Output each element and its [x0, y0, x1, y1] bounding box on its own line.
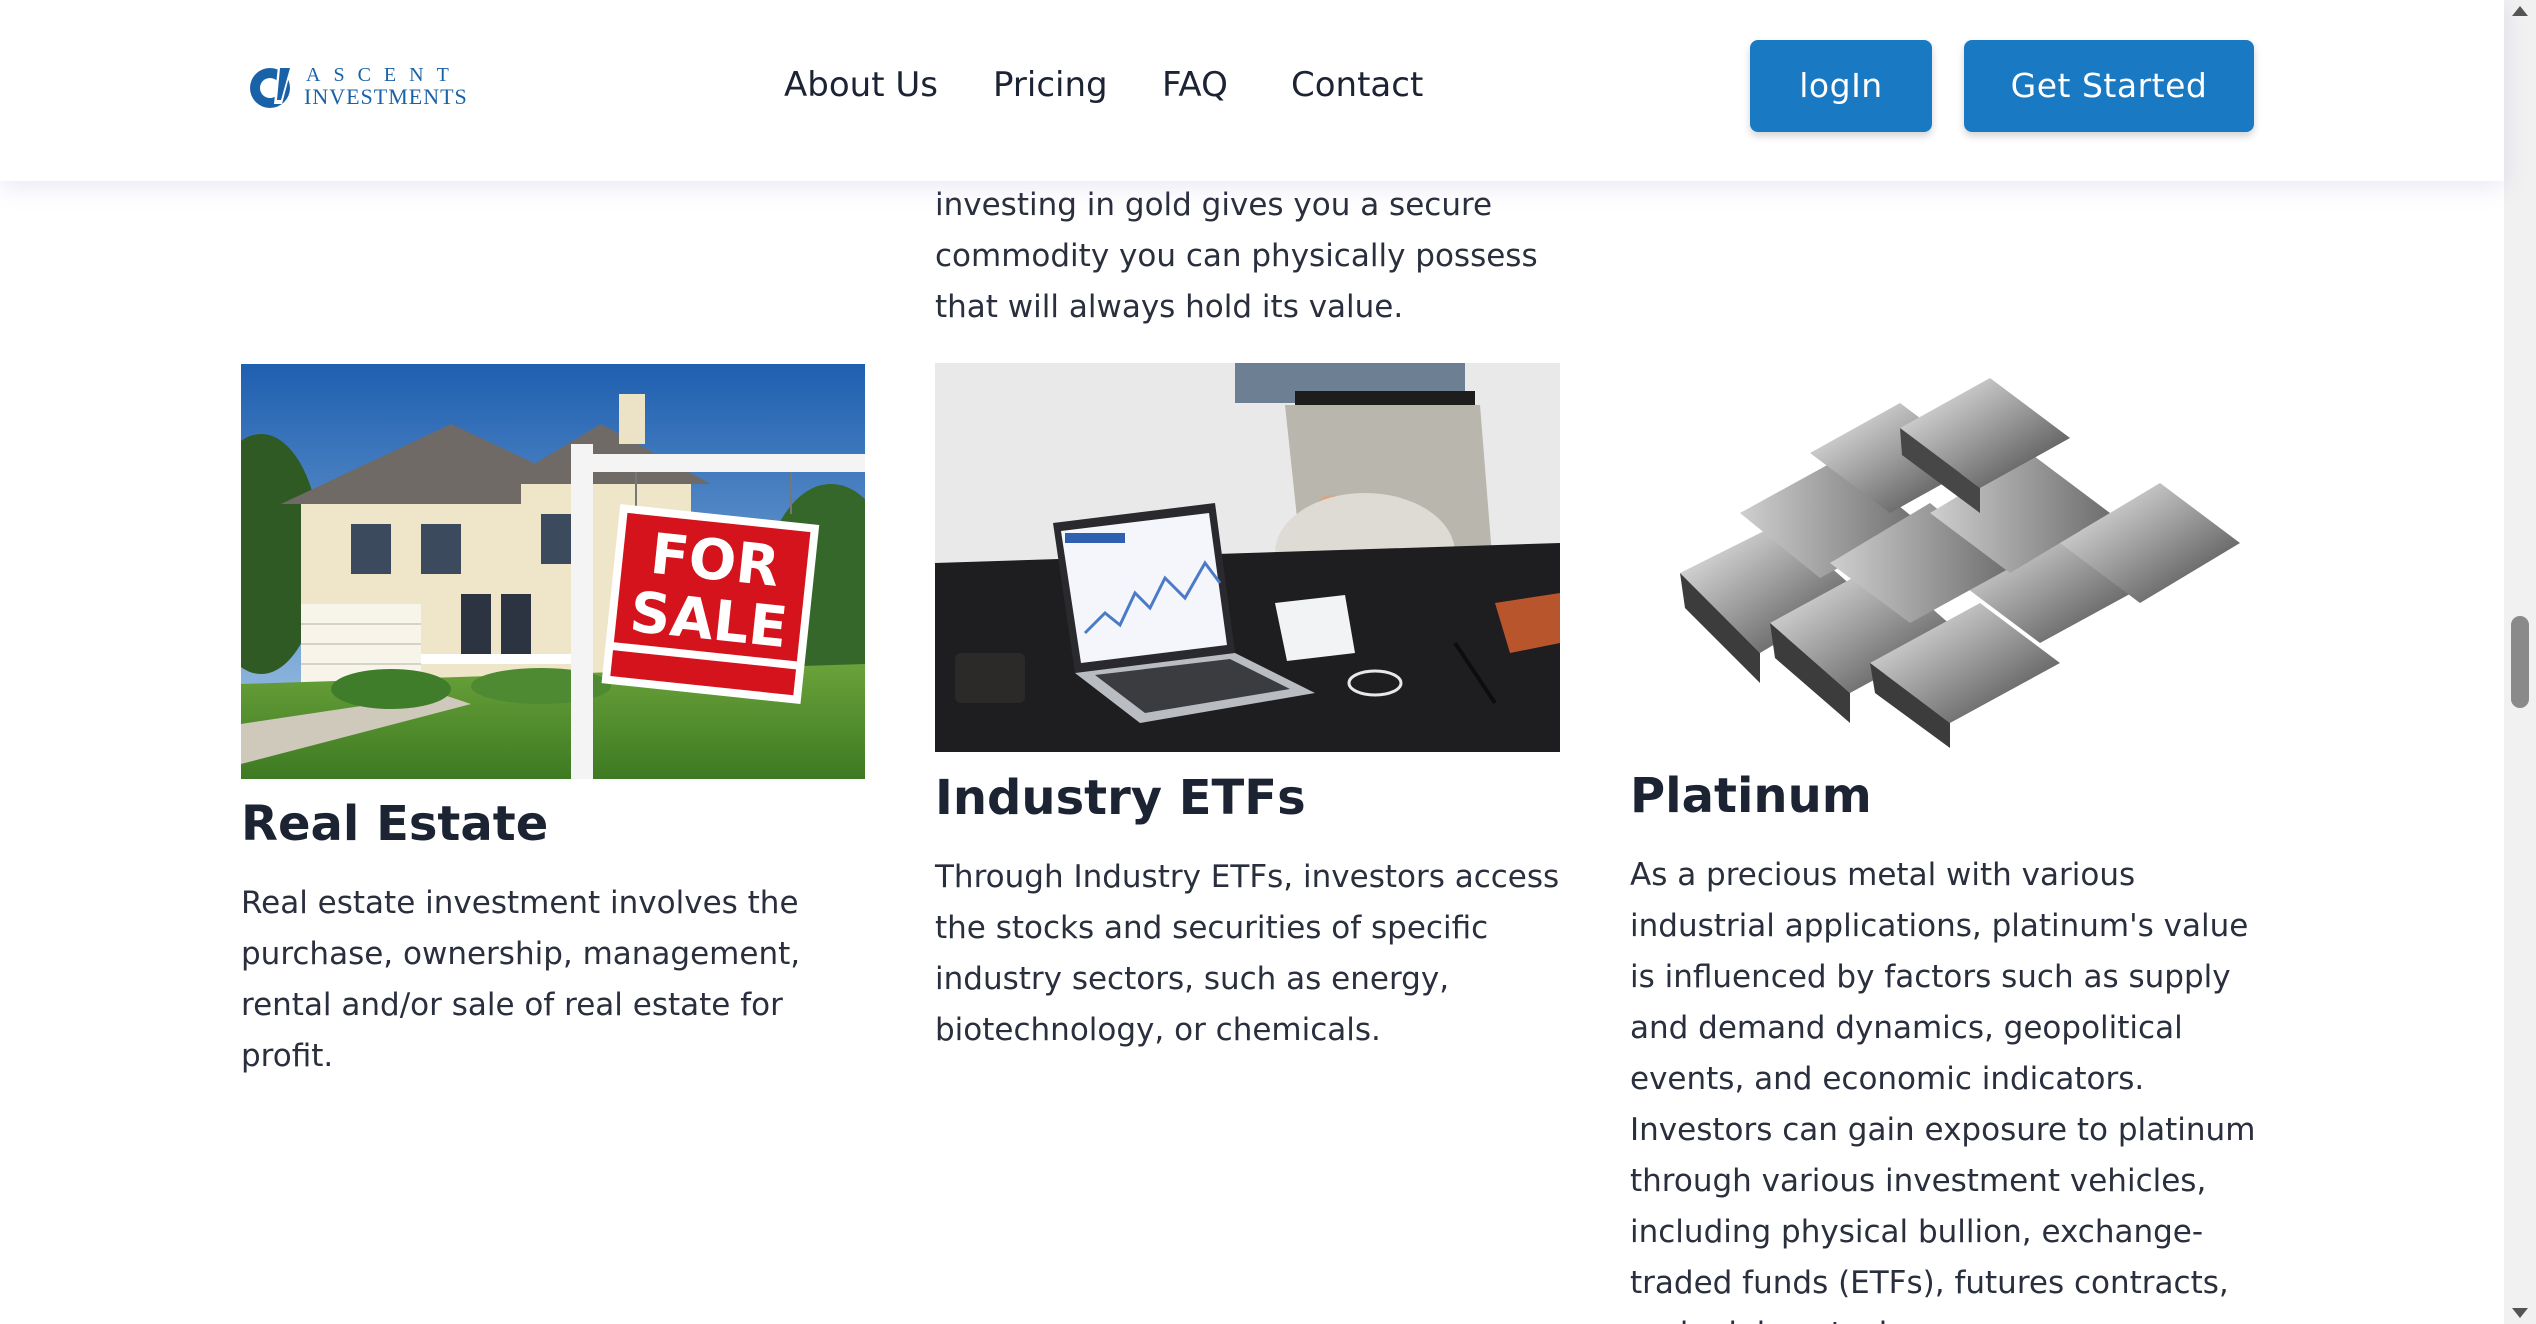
real-estate-description: Real estate investment involves the purc… — [241, 885, 801, 1074]
nav-faq[interactable]: FAQ — [1162, 62, 1228, 108]
logo-mark-icon — [250, 66, 292, 108]
real-estate-title: Real Estate — [241, 796, 549, 852]
industry-etfs-title: Industry ETFs — [935, 770, 1306, 826]
industry-etfs-description: Through Industry ETFs, investors access … — [935, 859, 1560, 1048]
login-button[interactable]: logIn — [1750, 40, 1932, 132]
gold-description: investing in gold gives you a secure com… — [935, 187, 1538, 325]
scrollbar-thumb[interactable] — [2511, 616, 2529, 708]
scroll-down-arrow-icon[interactable] — [2512, 1308, 2528, 1318]
industry-etfs-image — [935, 363, 1560, 752]
logo-text-investments: INVESTMENTS — [304, 84, 468, 109]
ascent-investments-logo[interactable]: ASCENT INVESTMENTS — [248, 62, 472, 112]
site-header: ASCENT INVESTMENTS About Us Pricing FAQ … — [0, 0, 2504, 181]
platinum-description: As a precious metal with various industr… — [1630, 857, 2256, 1324]
nav-contact[interactable]: Contact — [1291, 62, 1423, 108]
platinum-title: Platinum — [1630, 768, 1872, 824]
nav-pricing[interactable]: Pricing — [993, 62, 1108, 108]
laptop-stock-chart-photo-icon — [935, 363, 1560, 752]
get-started-button[interactable]: Get Started — [1964, 40, 2254, 132]
platinum-bars-photo-icon — [1630, 363, 2255, 752]
page-scrollbar[interactable] — [2504, 0, 2536, 1324]
nav-about-us[interactable]: About Us — [784, 62, 938, 108]
platinum-image — [1630, 363, 2255, 752]
scroll-up-arrow-icon[interactable] — [2512, 6, 2528, 16]
real-estate-image: FOR SALE — [241, 364, 865, 779]
for-sale-house-photo-icon: FOR SALE — [241, 364, 865, 779]
